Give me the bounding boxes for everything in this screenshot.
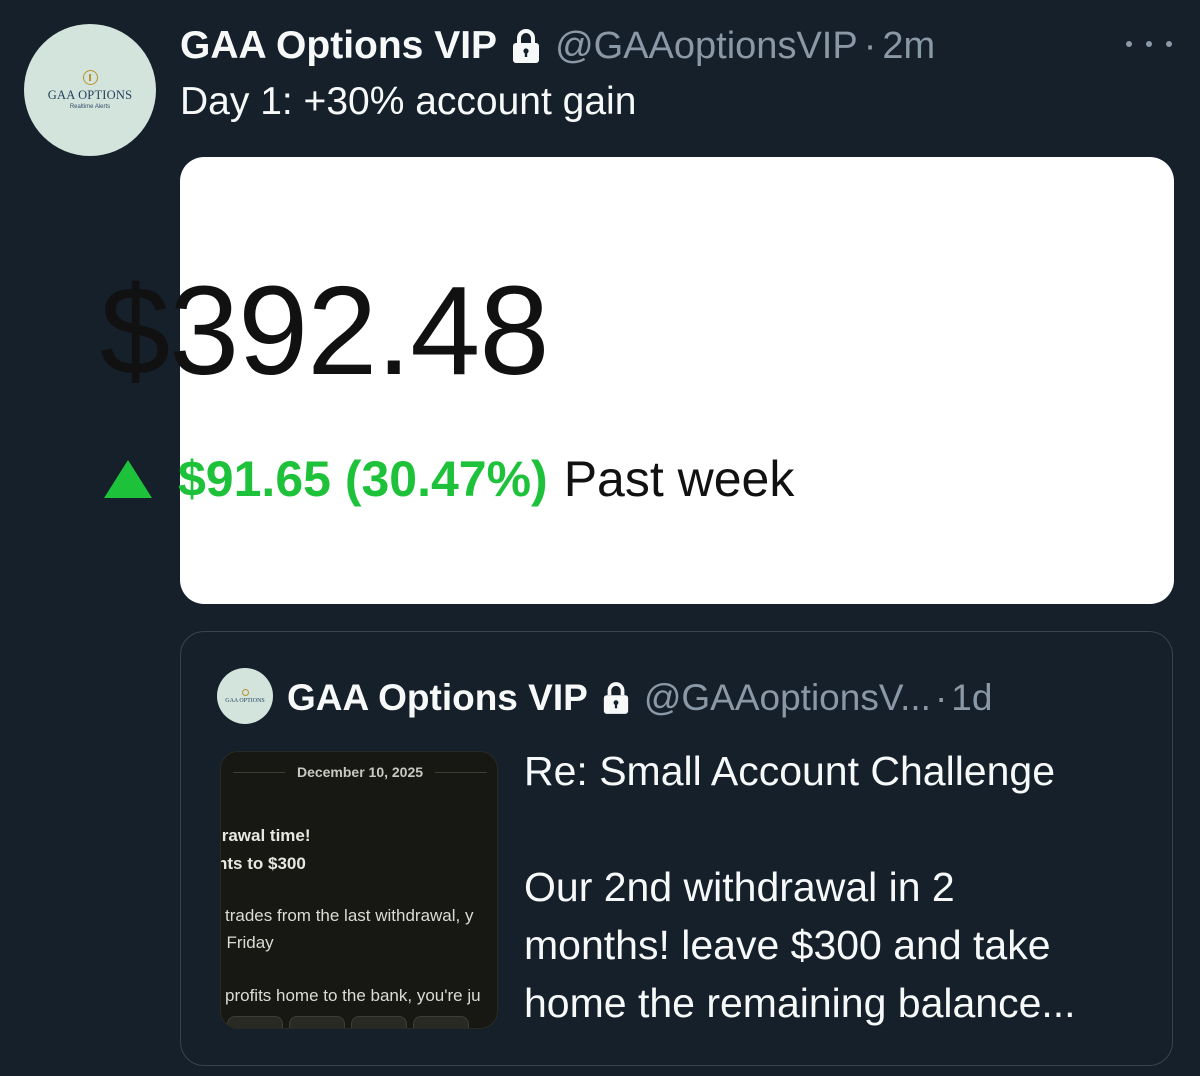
thumbnail-title-line1: ırawal time! [220,826,311,845]
quoted-text-line: Re: Small Account Challenge [524,748,1056,794]
quoted-text-line: home the remaining balance... [524,980,1076,1026]
thumbnail-title-line2: nts to $300 [220,854,306,873]
quoted-timestamp[interactable]: 1d [951,677,992,719]
handle[interactable]: @GAAoptionsVIP [555,25,858,68]
reaction-chip [351,1016,407,1028]
lock-icon [603,682,628,714]
thumbnail-reactions [221,1016,497,1028]
change-row: $91.65 (30.47%) Past week [104,450,794,508]
lock-icon [513,29,540,63]
tweet: GAA OPTIONS Realtime Alerts GAA Options … [0,0,1200,1076]
balance-value: $392.48 [100,260,549,401]
timestamp[interactable]: 2m [882,25,935,68]
reaction-chip [413,1016,469,1028]
tweet-header: GAA Options VIP @GAAoptionsVIP · 2m [180,20,935,72]
display-name[interactable]: GAA Options VIP [180,24,497,68]
triangle-up-icon [104,460,152,498]
avatar[interactable]: GAA OPTIONS Realtime Alerts [24,24,156,156]
thumbnail-body-line3: profits home to the bank, you're ju [225,986,481,1005]
tweet-text: Day 1: +30% account gain [180,80,637,123]
more-horizontal-icon[interactable] [1126,30,1172,58]
quoted-header: GAA Options VIP @GAAoptionsV... · 1d [287,676,992,720]
quoted-thumbnail[interactable]: December 10, 2025 ırawal time! nts to $3… [220,751,498,1029]
change-value: $91.65 (30.47%) [178,451,548,507]
thumbnail-date: December 10, 2025 [296,764,424,780]
reaction-chip [289,1016,345,1028]
quoted-display-name[interactable]: GAA Options VIP [287,677,588,719]
avatar-brand: GAA OPTIONS [47,88,133,102]
separator-dot: · [934,677,948,718]
logo-emblem-icon [241,688,249,696]
quoted-text-line [524,800,1144,858]
quoted-text-line: Our 2nd withdrawal in 2 [524,864,955,910]
quoted-text-line: months! leave $300 and take [524,922,1051,968]
change-period: Past week [563,451,795,507]
avatar-tagline: Realtime Alerts [69,104,111,110]
logo-emblem-icon [82,70,98,85]
reaction-chip [227,1016,283,1028]
quoted-avatar[interactable]: GAA OPTIONS [217,668,273,724]
thumbnail-date-divider: December 10, 2025 [221,764,497,780]
separator-dot: · [863,24,877,67]
quoted-avatar-brand: GAA OPTIONS [225,697,265,704]
thumbnail-body-line2: : Friday [220,933,274,952]
thumbnail-body-line1: trades from the last withdrawal, y [225,906,474,925]
quoted-tweet[interactable]: GAA OPTIONS GAA Options VIP @GAAoptionsV… [180,631,1173,1066]
quoted-text: Re: Small Account Challenge Our 2nd with… [524,742,1144,1032]
quoted-handle[interactable]: @GAAoptionsV... [644,677,931,719]
